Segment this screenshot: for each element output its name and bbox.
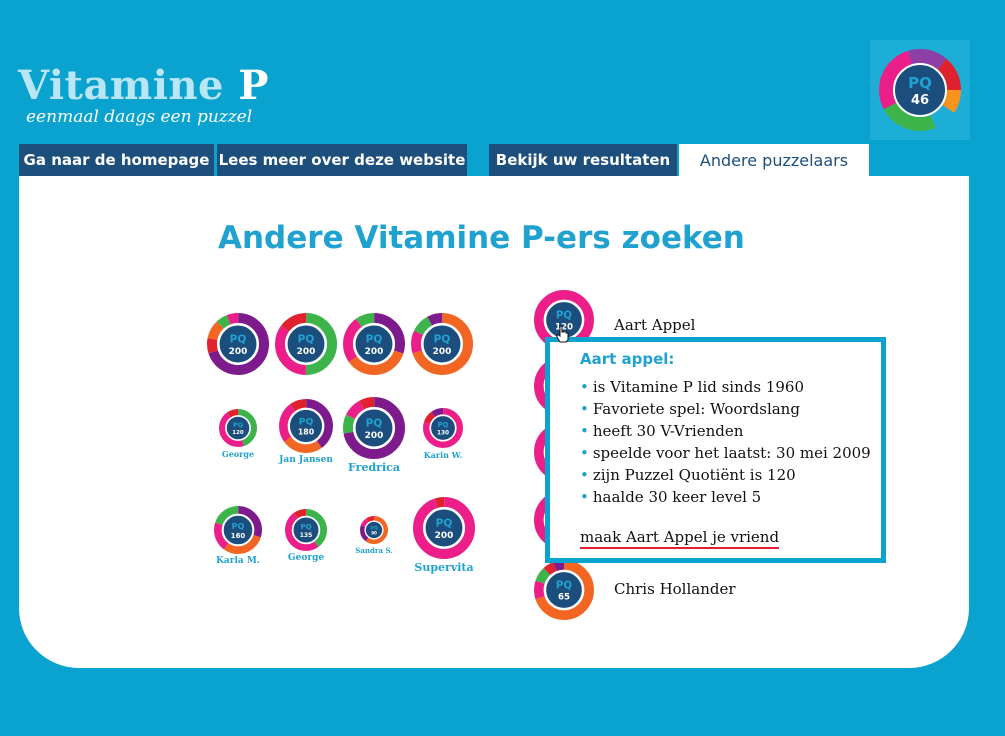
pq-value: 200	[365, 431, 384, 441]
logo-tagline: eenmaal daags een puzzel	[26, 107, 253, 127]
member-pq-badge[interactable]: PQ 90	[359, 515, 389, 545]
member-pq-badge[interactable]: PQ 200	[410, 312, 474, 376]
my-pq-badge[interactable]: PQ 46	[870, 40, 970, 140]
pq-ring-icon: PQ130	[423, 408, 463, 448]
pq-label: PQ	[298, 333, 315, 345]
pq-label: PQ	[366, 333, 383, 345]
pq-value: 65	[558, 593, 570, 603]
popup-detail-item: • heeft 30 V-Vrienden	[580, 422, 744, 440]
popup-title: Aart appel:	[580, 350, 675, 368]
pq-ring-icon: PQ 200	[342, 312, 406, 376]
pq-label: PQ	[366, 417, 383, 429]
member-name[interactable]: Karin W.	[424, 450, 463, 460]
member-pq-badge[interactable]: PQ 130	[422, 407, 464, 449]
popup-detail-item: • speelde voor het laatst: 30 mei 2009	[580, 444, 871, 462]
member-pq-badge[interactable]: PQ 200	[274, 312, 338, 376]
pq-value: 200	[365, 347, 384, 357]
pq-ring-icon: PQ90	[359, 515, 389, 545]
pq-ring-icon: PQ120	[218, 408, 258, 448]
site-logo[interactable]: Vitamine P eenmaal daags een puzzel	[18, 62, 269, 127]
member-name[interactable]: Sandra S.	[355, 546, 392, 555]
pq-label: PQ	[436, 517, 453, 529]
pq-value: 135	[300, 532, 313, 539]
pq-label: PQ	[438, 421, 449, 429]
pq-ring-icon: PQ180	[278, 398, 334, 454]
member-name[interactable]: Fredrica	[348, 461, 400, 474]
member-name[interactable]: George	[222, 449, 254, 459]
pq-label: PQ	[556, 580, 572, 591]
member-pq-badge[interactable]: PQ 200	[342, 396, 406, 460]
popup-details: • is Vitamine P lid sinds 1960 • Favoriete…	[580, 376, 881, 508]
pq-value: 200	[297, 347, 316, 357]
pq-value: 120	[232, 430, 244, 436]
tab-results[interactable]: Bekijk uw resultaten	[489, 144, 677, 176]
pq-ring-icon: PQ 200	[342, 396, 406, 460]
member-pq-badge[interactable]: PQ 120	[218, 408, 258, 448]
pq-label: PQ	[908, 74, 932, 92]
pq-label: PQ	[233, 421, 244, 429]
pq-value: 46	[911, 93, 929, 108]
member-pq-badge[interactable]: PQ 180	[278, 398, 334, 454]
pq-value: 180	[298, 428, 315, 437]
pq-ring-icon: PQ 65	[533, 559, 595, 621]
tab-homepage[interactable]: Ga naar de homepage	[19, 144, 214, 176]
member-name[interactable]: George	[288, 553, 324, 563]
member-list-name[interactable]: Aart Appel	[614, 316, 695, 334]
pq-value: 200	[229, 347, 248, 357]
pq-value: 160	[231, 532, 246, 540]
popup-detail-item: • zijn Puzzel Quotiënt is 120	[580, 466, 796, 484]
add-friend-link[interactable]: maak Aart Appel je vriend	[580, 528, 780, 549]
tab-other-puzzlers[interactable]: Andere puzzelaars	[679, 144, 869, 176]
member-popup: Aart appel: • is Vitamine P lid sinds 196…	[545, 337, 886, 563]
pq-ring-icon: PQ 200	[206, 312, 270, 376]
member-list-name[interactable]: Chris Hollander	[614, 580, 736, 598]
pq-label: PQ	[434, 333, 451, 345]
pq-value: 200	[433, 347, 452, 357]
logo-title-word: Vitamine	[18, 62, 224, 109]
tab-about-website[interactable]: Lees meer over deze website	[217, 144, 467, 176]
member-name[interactable]: Jan Jansen	[279, 455, 333, 465]
pq-ring-icon: PQ135	[285, 509, 327, 551]
pq-ring-icon: PQ 200	[412, 496, 476, 560]
pq-label: PQ	[299, 417, 314, 428]
hand-cursor-icon	[556, 325, 569, 343]
pq-value: 130	[437, 430, 449, 436]
member-pq-badge[interactable]: PQ 65	[533, 559, 595, 621]
pq-ring-icon: PQ 200	[274, 312, 338, 376]
pq-ring-icon: PQ 200	[410, 312, 474, 376]
pq-ring-icon: PQ 46	[879, 49, 961, 131]
pq-label: PQ	[232, 521, 245, 531]
popup-detail-item: • is Vitamine P lid sinds 1960	[580, 378, 805, 396]
logo-title: Vitamine P	[18, 62, 269, 110]
pq-value: 90	[371, 531, 377, 536]
page-title: Andere Vitamine P-ers zoeken	[218, 220, 745, 256]
member-pq-badge[interactable]: PQ 160	[213, 505, 263, 555]
member-name[interactable]: Karla M.	[216, 556, 260, 566]
member-name[interactable]: Supervita	[414, 561, 473, 574]
member-pq-badge[interactable]: PQ 135	[284, 508, 328, 552]
logo-title-letter: P	[238, 62, 269, 109]
member-pq-badge[interactable]: PQ 200	[412, 496, 476, 560]
pq-ring-icon: PQ160	[214, 506, 262, 554]
pq-label: PQ	[230, 333, 247, 345]
pq-label: PQ	[556, 310, 572, 321]
member-pq-badge[interactable]: PQ 200	[342, 312, 406, 376]
pq-label: PQ	[300, 522, 311, 531]
popup-detail-item: • haalde 30 keer level 5	[580, 488, 762, 506]
popup-detail-item: • Favoriete spel: Woordslang	[580, 400, 800, 418]
pq-value: 200	[435, 531, 454, 541]
member-pq-badge[interactable]: PQ 200	[206, 312, 270, 376]
